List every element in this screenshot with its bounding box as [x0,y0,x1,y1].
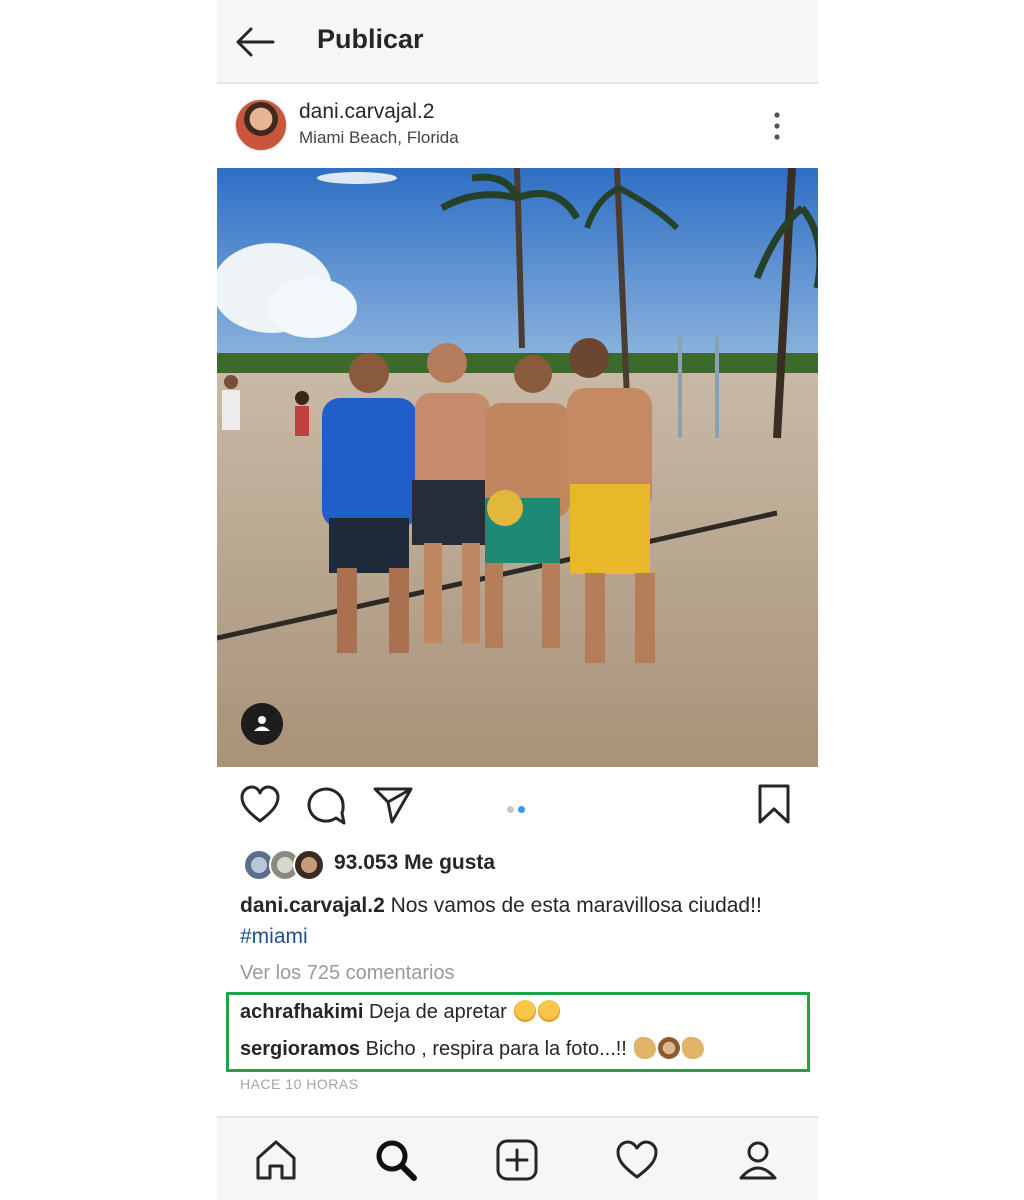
carousel-dot [507,806,514,813]
beach-photo [217,168,818,767]
comment-item: sergioramos Bicho , respira para la foto… [240,1037,705,1061]
post-timestamp: HACE 10 HORAS [240,1076,359,1092]
arrow-left-icon[interactable] [233,22,277,62]
caption-text: Nos vamos de esta maravillosa ciudad!! [390,894,762,917]
comment-username[interactable]: achrafhakimi [240,1001,363,1023]
emoji-face-icon [538,1000,561,1022]
search-icon[interactable] [374,1138,418,1182]
page-title: Publicar [317,24,424,54]
comment-text: Deja de apretar [368,1001,507,1023]
home-icon[interactable] [254,1138,298,1182]
carousel-dot-active [518,806,525,813]
carousel-indicator [507,800,529,818]
bottom-nav [217,1116,818,1200]
user-tag-icon[interactable] [241,703,283,745]
comment-item: achrafhakimi Deja de apretar [240,1000,561,1024]
likes-count[interactable]: 93.053 Me gusta [334,851,495,875]
emoji-face-icon [514,1000,537,1022]
liker-avatar[interactable] [293,849,325,881]
top-bar: Publicar [217,0,818,84]
add-post-icon[interactable] [495,1138,539,1182]
heart-icon[interactable] [239,785,281,825]
comment-username[interactable]: sergioramos [240,1038,360,1060]
caption-username[interactable]: dani.carvajal.2 [240,894,385,917]
emoji-flexed-arm-icon [682,1037,705,1059]
view-all-comments-link[interactable]: Ver los 725 comentarios [240,962,455,985]
emoji-monkey-icon [658,1037,681,1059]
caption-hashtag[interactable]: #miami [240,925,308,948]
avatar[interactable] [235,99,287,151]
comment-text: Bicho , respira para la foto...!! [365,1038,627,1060]
post-caption: dani.carvajal.2 Nos vamos de esta maravi… [240,890,780,952]
post-screen: Publicar dani.carvajal.2 Miami Beach, Fl… [217,0,818,1200]
more-vertical-icon[interactable] [765,108,789,144]
profile-icon[interactable] [736,1138,780,1182]
post-location[interactable]: Miami Beach, Florida [299,128,459,148]
post-username[interactable]: dani.carvajal.2 [299,100,434,124]
send-icon[interactable] [372,785,414,825]
bookmark-icon[interactable] [757,783,791,825]
post-photo[interactable] [217,168,818,767]
emoji-flexed-arm-icon [634,1037,657,1059]
activity-heart-icon[interactable] [615,1139,659,1181]
comment-icon[interactable] [306,785,348,827]
